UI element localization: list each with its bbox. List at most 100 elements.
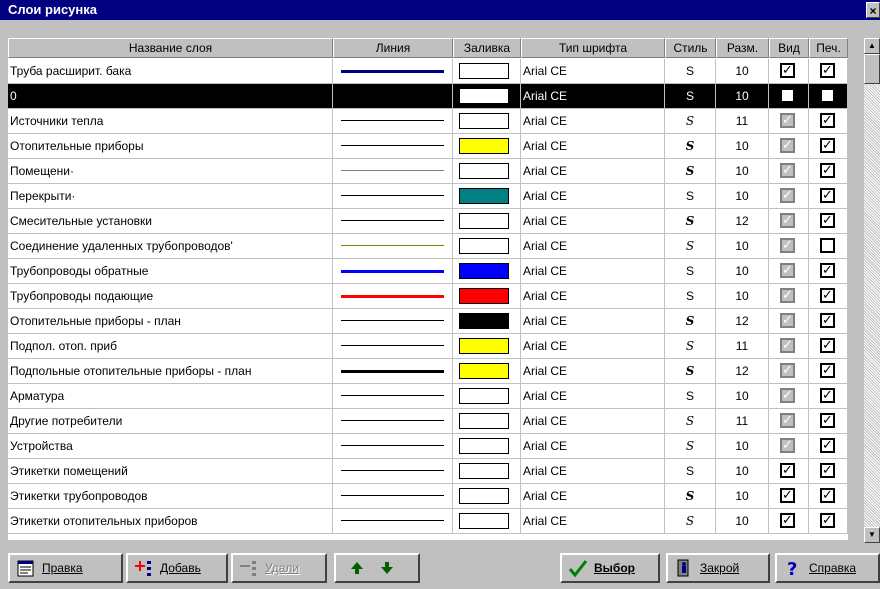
visible-cell[interactable]: ✓ (769, 159, 809, 183)
scroll-thumb[interactable] (864, 54, 880, 84)
font-style[interactable]: S (665, 159, 716, 183)
fill-cell[interactable] (453, 484, 521, 508)
visible-checkbox[interactable]: ✓ (780, 63, 795, 78)
visible-cell[interactable]: ✓ (769, 209, 809, 233)
font-size[interactable]: 12 (716, 359, 769, 383)
layer-row[interactable]: Перекрыти· Arial CE S 10 ✓ ✓ (8, 184, 848, 209)
font-name[interactable]: Arial CE (521, 84, 665, 108)
layer-row[interactable]: Подпольные отопительные приборы - план Ar… (8, 359, 848, 384)
line-style-cell[interactable] (333, 309, 453, 333)
visible-checkbox[interactable]: ✓ (780, 188, 795, 203)
font-name[interactable]: Arial CE (521, 409, 665, 433)
visible-checkbox[interactable]: ✓ (780, 338, 795, 353)
visible-cell[interactable]: ✓ (769, 259, 809, 283)
font-size[interactable]: 10 (716, 134, 769, 158)
font-name[interactable]: Arial CE (521, 184, 665, 208)
line-style-cell[interactable] (333, 209, 453, 233)
layer-row[interactable]: Источники тепла Arial CE S 11 ✓ ✓ (8, 109, 848, 134)
font-name[interactable]: Arial CE (521, 259, 665, 283)
visible-checkbox[interactable]: ✓ (780, 463, 795, 478)
font-size[interactable]: 10 (716, 459, 769, 483)
fill-cell[interactable] (453, 334, 521, 358)
layer-row[interactable]: Трубопроводы подающие Arial CE S 10 ✓ ✓ (8, 284, 848, 309)
print-cell[interactable]: ✓ (809, 409, 848, 433)
layer-row[interactable]: Смесительные установки Arial CE S 12 ✓ ✓ (8, 209, 848, 234)
col-header-font[interactable]: Тип шрифта (521, 38, 665, 58)
print-cell[interactable]: ✓ (809, 484, 848, 508)
layer-row[interactable]: 0 Arial CE S 10 ✓ ✓ (8, 84, 848, 109)
line-style-cell[interactable] (333, 434, 453, 458)
line-style-cell[interactable] (333, 409, 453, 433)
font-name[interactable]: Arial CE (521, 209, 665, 233)
fill-cell[interactable] (453, 259, 521, 283)
visible-cell[interactable]: ✓ (769, 284, 809, 308)
fill-cell[interactable] (453, 134, 521, 158)
scroll-down-icon[interactable]: ▼ (864, 527, 880, 543)
font-name[interactable]: Arial CE (521, 334, 665, 358)
move-up-icon[interactable] (350, 561, 364, 575)
visible-cell[interactable]: ✓ (769, 509, 809, 533)
visible-cell[interactable]: ✓ (769, 409, 809, 433)
layer-row[interactable]: Подпол. отоп. приб Arial CE S 11 ✓ ✓ (8, 334, 848, 359)
col-header-style[interactable]: Стиль (665, 38, 716, 58)
print-checkbox[interactable]: ✓ (820, 463, 835, 478)
print-cell[interactable]: ✓ (809, 109, 848, 133)
layer-row[interactable]: Этикетки помещений Arial CE S 10 ✓ ✓ (8, 459, 848, 484)
font-size[interactable]: 11 (716, 109, 769, 133)
print-cell[interactable]: ✓ (809, 359, 848, 383)
fill-cell[interactable] (453, 459, 521, 483)
line-style-cell[interactable] (333, 109, 453, 133)
col-header-name[interactable]: Название слоя (8, 38, 333, 58)
visible-checkbox[interactable]: ✓ (780, 363, 795, 378)
fill-cell[interactable] (453, 209, 521, 233)
print-cell[interactable]: ✓ (809, 134, 848, 158)
layer-row[interactable]: Арматура Arial CE S 10 ✓ ✓ (8, 384, 848, 409)
fill-cell[interactable] (453, 59, 521, 83)
font-size[interactable]: 10 (716, 184, 769, 208)
scroll-up-icon[interactable]: ▲ (864, 38, 880, 54)
print-checkbox[interactable]: ✓ (820, 313, 835, 328)
print-checkbox[interactable]: ✓ (820, 413, 835, 428)
col-header-fill[interactable]: Заливка (453, 38, 521, 58)
layer-row[interactable]: Этикетки трубопроводов Arial CE S 10 ✓ ✓ (8, 484, 848, 509)
line-style-cell[interactable] (333, 159, 453, 183)
font-size[interactable]: 10 (716, 59, 769, 83)
font-style[interactable]: S (665, 334, 716, 358)
line-style-cell[interactable] (333, 484, 453, 508)
close-icon[interactable]: × (866, 2, 880, 18)
select-button[interactable]: Выбор (560, 553, 660, 583)
print-checkbox[interactable] (820, 238, 835, 253)
fill-cell[interactable] (453, 434, 521, 458)
font-size[interactable]: 10 (716, 284, 769, 308)
layer-row[interactable]: Отопительные приборы Arial CE S 10 ✓ ✓ (8, 134, 848, 159)
font-style[interactable]: S (665, 284, 716, 308)
font-name[interactable]: Arial CE (521, 384, 665, 408)
print-cell[interactable]: ✓ (809, 459, 848, 483)
visible-cell[interactable]: ✓ (769, 134, 809, 158)
visible-cell[interactable]: ✓ (769, 334, 809, 358)
fill-cell[interactable] (453, 234, 521, 258)
font-name[interactable]: Arial CE (521, 309, 665, 333)
print-cell[interactable]: ✓ (809, 334, 848, 358)
print-checkbox[interactable]: ✓ (820, 388, 835, 403)
col-header-visible[interactable]: Вид (769, 38, 809, 58)
visible-checkbox[interactable]: ✓ (780, 488, 795, 503)
font-size[interactable]: 11 (716, 409, 769, 433)
fill-cell[interactable] (453, 359, 521, 383)
font-name[interactable]: Arial CE (521, 359, 665, 383)
visible-checkbox[interactable]: ✓ (780, 213, 795, 228)
font-style[interactable]: S (665, 384, 716, 408)
visible-cell[interactable]: ✓ (769, 309, 809, 333)
visible-cell[interactable]: ✓ (769, 234, 809, 258)
print-cell[interactable] (809, 234, 848, 258)
print-cell[interactable]: ✓ (809, 259, 848, 283)
visible-checkbox[interactable]: ✓ (780, 88, 795, 103)
visible-checkbox[interactable]: ✓ (780, 163, 795, 178)
visible-checkbox[interactable]: ✓ (780, 313, 795, 328)
print-checkbox[interactable]: ✓ (820, 88, 835, 103)
font-style[interactable]: S (665, 184, 716, 208)
font-style[interactable]: S (665, 409, 716, 433)
visible-checkbox[interactable]: ✓ (780, 113, 795, 128)
layer-row[interactable]: Помещени· Arial CE S 10 ✓ ✓ (8, 159, 848, 184)
print-checkbox[interactable]: ✓ (820, 363, 835, 378)
